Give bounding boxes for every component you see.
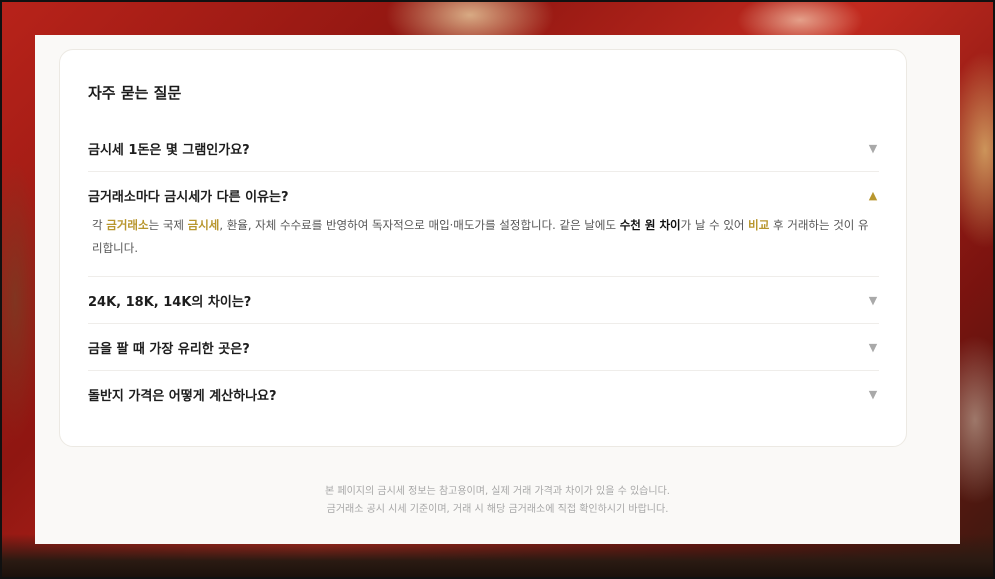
chevron-down-icon: ▼ xyxy=(868,340,878,354)
faq-question-toggle[interactable]: 금시세 1돈은 몇 그램인가요? ▼ xyxy=(88,125,879,171)
faq-question: 금시세 1돈은 몇 그램인가요? xyxy=(88,142,250,158)
answer-text: , 환율, 자체 수수료를 반영하여 독자적으로 매입·매도가를 설정합니다. … xyxy=(219,218,620,232)
faq-list: 금시세 1돈은 몇 그램인가요? ▼ 금거래소마다 금시세가 다른 이유는? ▲… xyxy=(88,125,879,417)
content-sheet: 자주 묻는 질문 금시세 1돈은 몇 그램인가요? ▼ 금거래소마다 금시세가 … xyxy=(35,35,960,544)
faq-item: 금을 팔 때 가장 유리한 곳은? ▼ xyxy=(88,324,879,371)
faq-question-toggle[interactable]: 24K, 18K, 14K의 차이는? ▼ xyxy=(88,277,879,323)
faq-question-toggle[interactable]: 금거래소마다 금시세가 다른 이유는? ▲ xyxy=(88,172,879,218)
faq-question-toggle[interactable]: 금을 팔 때 가장 유리한 곳은? ▼ xyxy=(88,324,879,370)
answer-highlight: 금거래소 xyxy=(106,218,149,232)
answer-highlight: 금시세 xyxy=(187,218,220,232)
faq-item: 24K, 18K, 14K의 차이는? ▼ xyxy=(88,277,879,324)
disclaimer-line: 본 페이지의 금시세 정보는 참고용이며, 실제 거래 가격과 차이가 있을 수… xyxy=(325,486,670,497)
faq-title: 자주 묻는 질문 xyxy=(88,84,182,102)
disclaimer-line: 금거래소 공시 시세 기준이며, 거래 시 해당 금거래소에 직접 확인하시기 … xyxy=(326,504,669,515)
chevron-down-icon: ▼ xyxy=(868,141,878,155)
faq-question: 금거래소마다 금시세가 다른 이유는? xyxy=(88,189,289,205)
faq-question: 금을 팔 때 가장 유리한 곳은? xyxy=(88,341,250,357)
chevron-up-icon: ▲ xyxy=(868,188,878,202)
faq-question: 돌반지 가격은 어떻게 계산하나요? xyxy=(88,388,277,404)
answer-emphasis: 수천 원 차이 xyxy=(619,218,681,232)
chevron-down-icon: ▼ xyxy=(868,293,878,307)
answer-text: 는 국제 xyxy=(148,218,188,232)
faq-question: 24K, 18K, 14K의 차이는? xyxy=(88,294,252,310)
faq-item: 금시세 1돈은 몇 그램인가요? ▼ xyxy=(88,125,879,172)
faq-item-expanded: 금거래소마다 금시세가 다른 이유는? ▲ 각 금거래소는 국제 금시세, 환율… xyxy=(88,172,879,277)
disclaimer-footer: 본 페이지의 금시세 정보는 참고용이며, 실제 거래 가격과 차이가 있을 수… xyxy=(35,483,960,519)
faq-item: 돌반지 가격은 어떻게 계산하나요? ▼ xyxy=(88,371,879,417)
answer-highlight: 비교 xyxy=(748,218,770,232)
answer-text: 가 날 수 있어 xyxy=(680,218,749,232)
faq-question-toggle[interactable]: 돌반지 가격은 어떻게 계산하나요? ▼ xyxy=(88,371,879,417)
chevron-down-icon: ▼ xyxy=(868,387,878,401)
answer-text: 각 xyxy=(92,218,107,232)
faq-answer: 각 금거래소는 국제 금시세, 환율, 자체 수수료를 반영하여 독자적으로 매… xyxy=(88,214,879,276)
faq-section: 자주 묻는 질문 금시세 1돈은 몇 그램인가요? ▼ 금거래소마다 금시세가 … xyxy=(59,49,907,447)
